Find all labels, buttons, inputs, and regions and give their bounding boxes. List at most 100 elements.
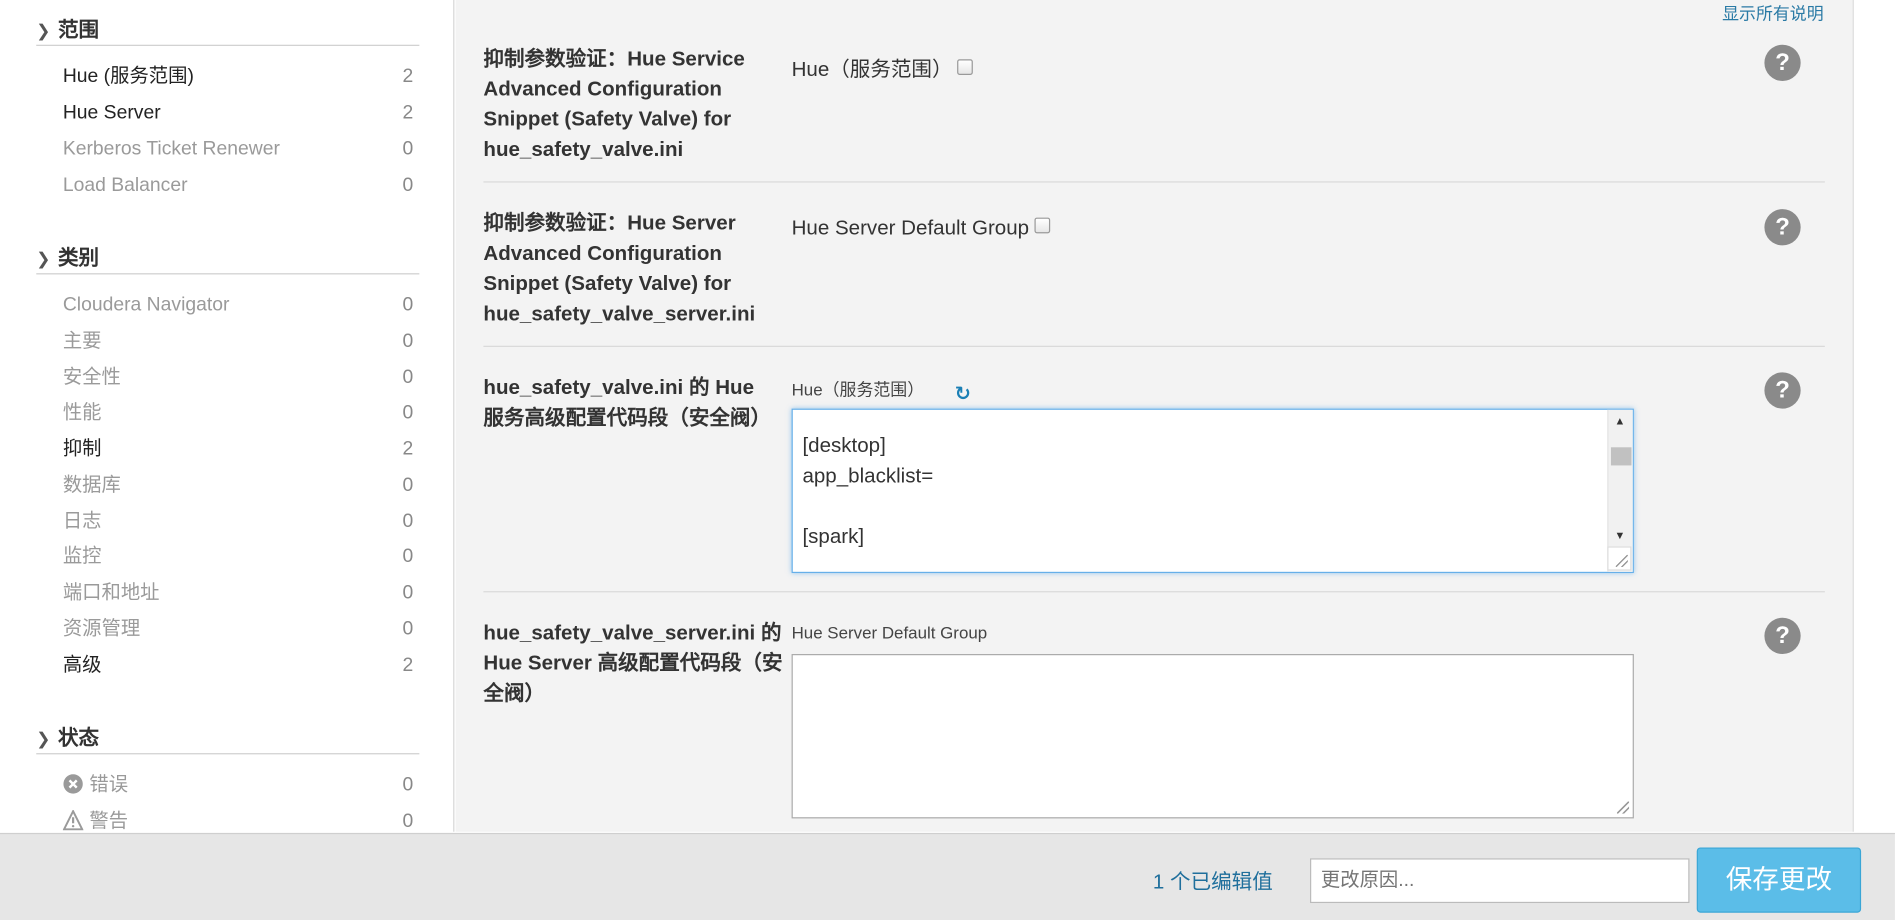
filter-item-main[interactable]: 主要 0 bbox=[63, 328, 413, 357]
status-section-title: 状态 bbox=[58, 726, 100, 750]
scroll-down-icon[interactable]: ▼ bbox=[1615, 529, 1626, 541]
filter-label: 资源管理 bbox=[62, 618, 141, 640]
filter-label: 高级 bbox=[62, 655, 102, 676]
config-title: hue_safety_valve.ini 的 Hue 服务高级配置代码段（安全阀… bbox=[483, 375, 772, 430]
scope-label: Hue（服务范围） bbox=[791, 58, 953, 81]
filter-count: 0 bbox=[402, 294, 414, 316]
filter-label: 警告 bbox=[89, 811, 129, 832]
footer-bar: 1 个已编辑值 保存更改 bbox=[0, 832, 1895, 920]
filter-label: 日志 bbox=[62, 511, 102, 532]
config-title: 抑制参数验证：Hue Server Advanced Configuration… bbox=[483, 211, 756, 326]
filter-count: 2 bbox=[402, 66, 414, 88]
safety-valve-textarea[interactable]: [desktop] app_blacklist= [spark] ▲ ▼ bbox=[791, 408, 1634, 574]
filter-sidebar: ❯ 范围 Hue (服务范围) 2 Hue Server 2 Kerberos Tic… bbox=[0, 0, 455, 832]
filter-item-suppression[interactable]: 抑制 2 bbox=[63, 435, 413, 464]
resize-handle[interactable] bbox=[1607, 791, 1632, 817]
filter-label: Kerberos Ticket Renewer bbox=[62, 139, 280, 160]
filter-count: 2 bbox=[402, 102, 414, 124]
filter-count: 2 bbox=[402, 655, 414, 676]
filter-label: 数据库 bbox=[62, 475, 121, 496]
filter-count: 2 bbox=[402, 438, 414, 460]
filter-item-kerberos[interactable]: Kerberos Ticket Renewer 0 bbox=[63, 135, 413, 164]
filter-item-monitoring[interactable]: 监控 0 bbox=[63, 543, 413, 572]
help-icon[interactable]: ? bbox=[1764, 44, 1801, 81]
help-icon[interactable]: ? bbox=[1764, 372, 1801, 409]
filter-count: 0 bbox=[402, 811, 414, 832]
filter-label: Load Balancer bbox=[62, 175, 188, 196]
filter-item-ports[interactable]: 端口和地址 0 bbox=[63, 579, 413, 608]
chevron-down-icon: ❯ bbox=[36, 249, 51, 269]
filter-item-hue-service[interactable]: Hue (服务范围) 2 bbox=[63, 63, 413, 92]
right-gutter bbox=[1855, 0, 1895, 832]
scope-label: Hue（服务范围） bbox=[791, 379, 925, 399]
filter-label: 性能 bbox=[62, 402, 102, 424]
safety-valve-textarea[interactable] bbox=[791, 654, 1634, 819]
filter-item-error[interactable]: 错误 0 bbox=[63, 771, 413, 800]
textarea-line: app_blacklist= bbox=[802, 464, 934, 488]
config-row-suppress-service: 抑制参数验证：Hue Service Advanced Configuratio… bbox=[483, 44, 1825, 183]
filter-label: Hue (服务范围) bbox=[62, 66, 194, 88]
filter-item-load-balancer[interactable]: Load Balancer 0 bbox=[63, 172, 413, 201]
scope-label: Hue Server Default Group bbox=[791, 622, 988, 642]
filter-label: 端口和地址 bbox=[62, 582, 160, 604]
change-reason-input[interactable] bbox=[1310, 858, 1690, 904]
filter-count: 0 bbox=[402, 175, 414, 196]
resize-handle[interactable] bbox=[1607, 546, 1632, 571]
filter-count: 0 bbox=[402, 546, 414, 567]
scope-section-header[interactable]: ❯ 范围 bbox=[36, 12, 420, 46]
filter-label: 主要 bbox=[62, 331, 102, 352]
filter-count: 0 bbox=[402, 774, 414, 796]
suppress-checkbox[interactable] bbox=[957, 59, 974, 75]
filter-count: 0 bbox=[402, 367, 414, 389]
filter-label: Hue Server bbox=[62, 102, 161, 124]
help-icon[interactable]: ? bbox=[1764, 617, 1801, 655]
textarea-line: [spark] bbox=[802, 524, 865, 548]
filter-label: 抑制 bbox=[62, 438, 102, 460]
filter-count: 0 bbox=[402, 331, 414, 352]
filter-count: 0 bbox=[402, 475, 414, 496]
filter-item-performance[interactable]: 性能 0 bbox=[63, 399, 413, 428]
status-section-header[interactable]: ❯ 状态 bbox=[36, 721, 420, 755]
filter-item-database[interactable]: 数据库 0 bbox=[63, 471, 413, 500]
filter-count: 0 bbox=[402, 582, 414, 604]
suppress-checkbox[interactable] bbox=[1033, 217, 1050, 234]
chevron-down-icon: ❯ bbox=[36, 20, 51, 40]
filter-item-security[interactable]: 安全性 0 bbox=[63, 364, 413, 393]
reset-icon[interactable]: ↻ bbox=[955, 382, 971, 406]
filter-label: Cloudera Navigator bbox=[62, 294, 230, 316]
error-icon bbox=[63, 774, 83, 794]
scope-label: Hue Server Default Group bbox=[791, 216, 1030, 240]
filter-item-warning[interactable]: 警告 0 bbox=[62, 808, 414, 832]
resize-grip-icon bbox=[1616, 801, 1630, 814]
textarea-line bbox=[802, 491, 933, 521]
config-panel: 显示所有说明 抑制参数验证：Hue Service Advanced Confi… bbox=[455, 0, 1854, 832]
filter-item-resource-mgmt[interactable]: 资源管理 0 bbox=[63, 615, 413, 644]
warning-icon bbox=[62, 809, 84, 831]
filter-item-navigator[interactable]: Cloudera Navigator 0 bbox=[63, 291, 413, 320]
show-all-descriptions-link[interactable]: 显示所有说明 bbox=[1722, 1, 1824, 25]
config-row-service-safety-valve: hue_safety_valve.ini 的 Hue 服务高级配置代码段（安全阀… bbox=[483, 372, 1825, 593]
filter-count: 0 bbox=[402, 511, 414, 532]
save-changes-button[interactable]: 保存更改 bbox=[1696, 847, 1862, 913]
scroll-thumb[interactable] bbox=[1610, 447, 1632, 466]
config-row-suppress-server: 抑制参数验证：Hue Server Advanced Configuration… bbox=[483, 208, 1825, 347]
resize-grip-icon bbox=[1615, 554, 1628, 567]
filter-label: 错误 bbox=[89, 774, 129, 796]
filter-item-hue-server[interactable]: Hue Server 2 bbox=[63, 99, 413, 128]
filter-label: 安全性 bbox=[62, 367, 121, 389]
category-section-header[interactable]: ❯ 类别 bbox=[36, 241, 420, 275]
config-row-server-safety-valve: hue_safety_valve_server.ini 的 Hue Server… bbox=[483, 617, 1824, 832]
filter-item-advanced[interactable]: 高级 2 bbox=[63, 652, 413, 681]
edited-values-link[interactable]: 1 个已编辑值 bbox=[1153, 864, 1273, 894]
scroll-up-icon[interactable]: ▲ bbox=[1615, 415, 1626, 427]
help-icon[interactable]: ? bbox=[1764, 209, 1801, 246]
config-title: hue_safety_valve_server.ini 的 Hue Server… bbox=[483, 621, 783, 705]
filter-item-logs[interactable]: 日志 0 bbox=[63, 508, 413, 537]
textarea-line: [desktop] bbox=[802, 433, 886, 457]
chevron-down-icon: ❯ bbox=[36, 728, 51, 749]
category-section-title: 类别 bbox=[58, 246, 100, 270]
config-title: 抑制参数验证：Hue Service Advanced Configuratio… bbox=[483, 47, 745, 161]
filter-label: 监控 bbox=[62, 546, 102, 567]
filter-count: 0 bbox=[402, 618, 414, 640]
scope-section-title: 范围 bbox=[58, 18, 100, 42]
